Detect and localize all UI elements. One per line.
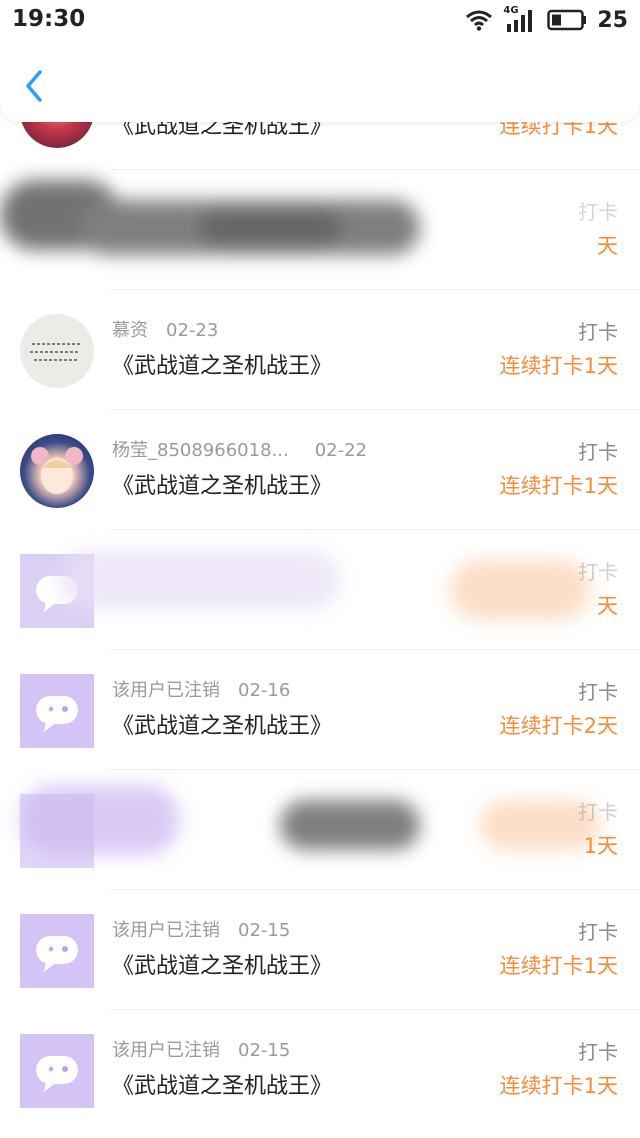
streak-label: 天 xyxy=(597,594,618,618)
post-date: 02-16 xyxy=(238,680,291,701)
streak-label: 连续打卡1天 xyxy=(499,954,618,978)
book-title: 《武战道之圣机战王》 xyxy=(112,714,333,739)
streak-label: 连续打卡1天 xyxy=(499,354,618,378)
chat-bubble-icon xyxy=(36,1056,78,1092)
redaction-smear xyxy=(0,530,640,650)
streak-label: 连续打卡2天 xyxy=(499,714,618,738)
type-label: 打卡 xyxy=(578,560,618,584)
post-date: 02-23 xyxy=(166,320,219,341)
chat-bubble-icon xyxy=(36,696,78,732)
type-label: 打卡 xyxy=(578,440,618,464)
book-title: 《武战道之圣机战王》 xyxy=(112,954,333,979)
list-item[interactable]: 打卡 天 xyxy=(0,170,640,290)
list-item[interactable]: 打卡 天 xyxy=(0,530,640,650)
type-label: 打卡 xyxy=(578,200,618,224)
post-date: 02-15 xyxy=(238,1040,291,1061)
list-item[interactable]: 该用户已注销 02-16 《武战道之圣机战王》 打卡 连续打卡2天 xyxy=(0,650,640,770)
avatar xyxy=(20,674,94,748)
book-title: 《武战道之圣机战王》 xyxy=(112,1074,333,1099)
status-icons: 4G 25 xyxy=(465,5,628,34)
avatar xyxy=(20,314,94,388)
battery-icon xyxy=(547,9,587,31)
type-label: 打卡 xyxy=(578,920,618,944)
user-name: 杨莹_8508966018... xyxy=(112,440,289,461)
book-title: 《武战道之圣机战王》 xyxy=(112,474,333,499)
post-date: 02-15 xyxy=(238,920,291,941)
user-name: 该用户已注销 xyxy=(112,1040,220,1061)
list-item[interactable]: 打卡 1天 xyxy=(0,770,640,890)
type-label: 打卡 xyxy=(578,680,618,704)
signal-icon: 4G xyxy=(503,5,537,32)
book-title: 《武战道之圣机战王》 xyxy=(112,354,333,379)
streak-label: 1天 xyxy=(583,834,618,858)
type-label: 打卡 xyxy=(578,320,618,344)
back-button[interactable] xyxy=(18,66,54,106)
nav-bar xyxy=(0,40,640,122)
wifi-icon xyxy=(466,10,493,31)
user-name: 该用户已注销 xyxy=(112,680,220,701)
streak-label: 连续打卡1天 xyxy=(499,474,618,498)
redaction-smear xyxy=(0,170,640,290)
list-item[interactable]: 杨莹_8508966018... 02-22 《武战道之圣机战王》 打卡 连续打卡… xyxy=(0,410,640,530)
status-bar: 19:30 4G 25 xyxy=(0,0,640,40)
avatar xyxy=(20,434,94,508)
type-label: 打卡 xyxy=(578,1040,618,1064)
battery-level: 25 xyxy=(597,7,628,33)
streak-label: 天 xyxy=(597,234,618,258)
user-name: 该用户已注销 xyxy=(112,920,220,941)
avatar xyxy=(20,914,94,988)
list-item[interactable]: 该用户已注销 02-15 《武战道之圣机战王》 打卡 连续打卡1天 xyxy=(0,1010,640,1130)
redaction-smear xyxy=(0,770,640,890)
type-label: 打卡 xyxy=(578,800,618,824)
list-item[interactable]: 该用户已注销 02-15 《武战道之圣机战王》 打卡 连续打卡1天 xyxy=(0,890,640,1010)
user-name: 慕资 xyxy=(112,320,148,341)
avatar xyxy=(20,1034,94,1108)
chat-bubble-icon xyxy=(36,936,78,972)
post-date: 02-22 xyxy=(314,440,367,461)
streak-label: 连续打卡1天 xyxy=(499,1074,618,1098)
status-time: 19:30 xyxy=(12,6,86,32)
chevron-left-icon xyxy=(26,70,42,102)
list-item[interactable]: 慕资 02-23 《武战道之圣机战王》 打卡 连续打卡1天 xyxy=(0,290,640,410)
